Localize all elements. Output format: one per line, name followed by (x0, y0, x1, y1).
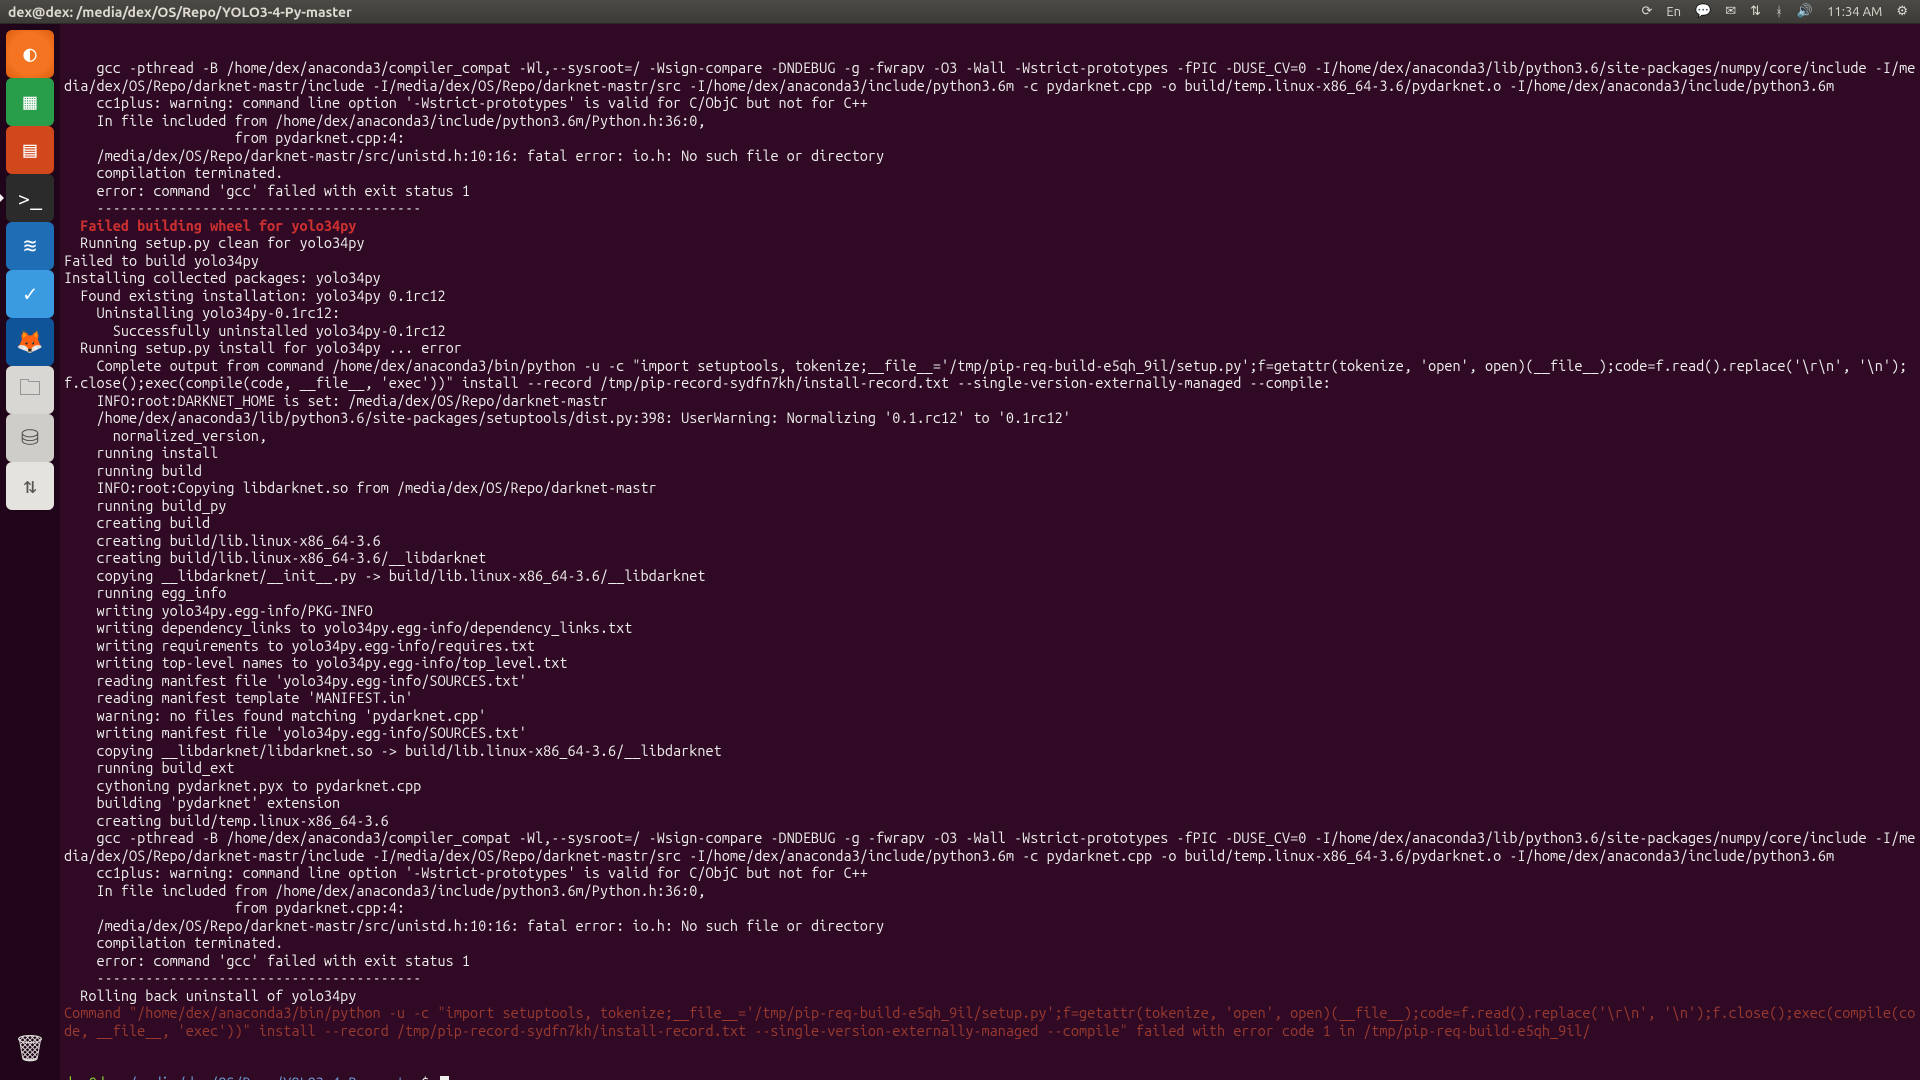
network-icon[interactable]: ⇅ (1750, 4, 1761, 19)
terminal-line: from pydarknet.cpp:4: (64, 899, 1916, 917)
terminal-line: reading manifest file 'yolo34py.egg-info… (64, 672, 1916, 690)
terminal-line: Uninstalling yolo34py-0.1rc12: (64, 304, 1916, 322)
terminal-line: INFO:root:DARKNET_HOME is set: /media/de… (64, 392, 1916, 410)
terminal-line: creating build (64, 514, 1916, 532)
terminal-line: creating build/lib.linux-x86_64-3.6 (64, 532, 1916, 550)
terminal-line: gcc -pthread -B /home/dex/anaconda3/comp… (64, 829, 1916, 864)
terminal-line: writing yolo34py.egg-info/PKG-INFO (64, 602, 1916, 620)
clock[interactable]: 11:34 AM (1827, 5, 1882, 19)
terminal-line: running egg_info (64, 584, 1916, 602)
volume-icon[interactable]: 🔊 (1797, 4, 1813, 19)
terminal-line: cythoning pydarknet.pyx to pydarknet.cpp (64, 777, 1916, 795)
launcher-libreoffice-impress[interactable]: ▤ (6, 126, 54, 174)
sync-icon[interactable]: ⟳ (1641, 4, 1652, 19)
launcher-usb[interactable]: ⇅ (6, 462, 54, 510)
prompt-sep: $ (421, 1074, 429, 1080)
terminal-line: writing requirements to yolo34py.egg-inf… (64, 637, 1916, 655)
session-gear-icon[interactable]: ⚙ (1896, 4, 1908, 19)
prompt-line[interactable]: dex@dex:/media/dex/OS/Repo/YOLO3-4-Py-ma… (64, 1074, 1916, 1080)
terminal-line: Running setup.py install for yolo34py ..… (64, 339, 1916, 357)
trash-icon[interactable]: 🗑 (6, 1024, 54, 1072)
terminal-line: Command "/home/dex/anaconda3/bin/python … (64, 1004, 1916, 1039)
terminal-line: /home/dex/anaconda3/lib/python3.6/site-p… (64, 409, 1916, 427)
terminal-line: compilation terminated. (64, 164, 1916, 182)
terminal-line: writing top-level names to yolo34py.egg-… (64, 654, 1916, 672)
prompt-user-host: dex@dex (64, 1074, 121, 1080)
terminal-viewport[interactable]: gcc -pthread -B /home/dex/anaconda3/comp… (60, 24, 1920, 1080)
prompt-cwd: /media/dex/OS/Repo/YOLO3-4-Py-master (129, 1074, 421, 1080)
bluetooth-icon[interactable]: ᚼ (1775, 5, 1783, 19)
system-tray: ⟳ En 💬 ✉ ⇅ ᚼ 🔊 11:34 AM ⚙ (1641, 4, 1920, 19)
launcher-vscode[interactable]: ≋ (6, 222, 54, 270)
terminal-line: running build_py (64, 497, 1916, 515)
terminal-line: copying __libdarknet/libdarknet.so -> bu… (64, 742, 1916, 760)
terminal-line: Installing collected packages: yolo34py (64, 269, 1916, 287)
terminal-line: In file included from /home/dex/anaconda… (64, 882, 1916, 900)
terminal-line: creating build/temp.linux-x86_64-3.6 (64, 812, 1916, 830)
terminal-line: /media/dex/OS/Repo/darknet-mastr/src/uni… (64, 147, 1916, 165)
terminal-line: cc1plus: warning: command line option '-… (64, 864, 1916, 882)
terminal-line: compilation terminated. (64, 934, 1916, 952)
chat-icon[interactable]: 💬 (1695, 4, 1711, 19)
terminal-line: running build (64, 462, 1916, 480)
terminal-line: /media/dex/OS/Repo/darknet-mastr/src/uni… (64, 917, 1916, 935)
terminal-line: Failed building wheel for yolo34py (64, 217, 1916, 235)
terminal-line: building 'pydarknet' extension (64, 794, 1916, 812)
launcher-drive[interactable]: ⛁ (6, 414, 54, 462)
terminal-line: copying __libdarknet/__init__.py -> buil… (64, 567, 1916, 585)
window-title: dex@dex: /media/dex/OS/Repo/YOLO3-4-Py-m… (0, 4, 352, 20)
terminal-line: running build_ext (64, 759, 1916, 777)
terminal-line: normalized_version, (64, 427, 1916, 445)
text-cursor (440, 1076, 449, 1080)
terminal-line: ---------------------------------------- (64, 969, 1916, 987)
terminal-line: writing dependency_links to yolo34py.egg… (64, 619, 1916, 637)
launcher-todo-app[interactable]: ✓ (6, 270, 54, 318)
launcher-firefox[interactable]: 🦊 (6, 318, 54, 366)
terminal-line: warning: no files found matching 'pydark… (64, 707, 1916, 725)
terminal-line: running install (64, 444, 1916, 462)
launcher-terminal[interactable]: >_ (6, 174, 54, 222)
terminal-line: INFO:root:Copying libdarknet.so from /me… (64, 479, 1916, 497)
terminal-line: Rolling back uninstall of yolo34py (64, 987, 1916, 1005)
terminal-line: error: command 'gcc' failed with exit st… (64, 182, 1916, 200)
terminal-line: Successfully uninstalled yolo34py-0.1rc1… (64, 322, 1916, 340)
terminal-line: creating build/lib.linux-x86_64-3.6/__li… (64, 549, 1916, 567)
launcher-ubuntu-dash[interactable]: ◐ (6, 30, 54, 78)
terminal-line: Found existing installation: yolo34py 0.… (64, 287, 1916, 305)
terminal-line: reading manifest template 'MANIFEST.in' (64, 689, 1916, 707)
terminal-line: ---------------------------------------- (64, 199, 1916, 217)
terminal-line: Complete output from command /home/dex/a… (64, 357, 1916, 392)
terminal-line: from pydarknet.cpp:4: (64, 129, 1916, 147)
terminal-line: In file included from /home/dex/anaconda… (64, 112, 1916, 130)
terminal-line: writing manifest file 'yolo34py.egg-info… (64, 724, 1916, 742)
keyboard-lang-indicator[interactable]: En (1666, 5, 1681, 19)
terminal-line: Failed to build yolo34py (64, 252, 1916, 270)
terminal-line: error: command 'gcc' failed with exit st… (64, 952, 1916, 970)
unity-launcher: ◐▦▤>_≋✓🦊🗀⛁⇅ 🗑 (0, 24, 60, 1080)
launcher-libreoffice-calc[interactable]: ▦ (6, 78, 54, 126)
terminal-line: Running setup.py clean for yolo34py (64, 234, 1916, 252)
launcher-files[interactable]: 🗀 (6, 366, 54, 414)
top-menubar: dex@dex: /media/dex/OS/Repo/YOLO3-4-Py-m… (0, 0, 1920, 24)
terminal-line: gcc -pthread -B /home/dex/anaconda3/comp… (64, 59, 1916, 94)
terminal-line: cc1plus: warning: command line option '-… (64, 94, 1916, 112)
mail-icon[interactable]: ✉ (1725, 4, 1736, 19)
